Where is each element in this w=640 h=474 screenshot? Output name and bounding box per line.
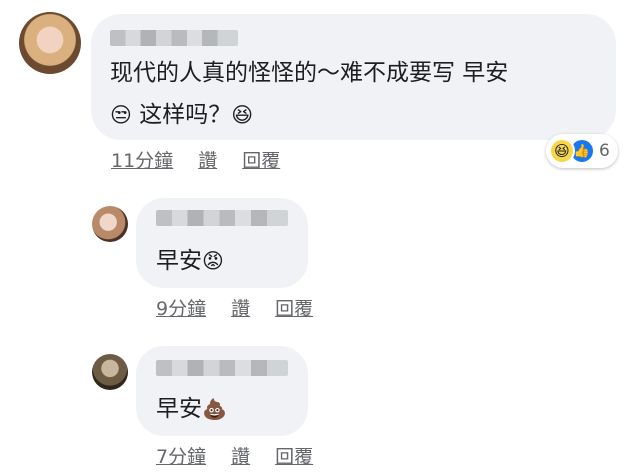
author-name-blurred[interactable] (110, 30, 238, 46)
reply-text-fragment: 早安 (156, 248, 202, 274)
reply-link[interactable]: 回覆 (242, 150, 280, 172)
reply-text: 早安💩 (156, 388, 227, 430)
like-link[interactable]: 讚 (231, 298, 250, 320)
author-name-blurred[interactable] (156, 360, 288, 376)
comment-text-fragment: 这样吗？ (131, 102, 232, 128)
reply-actions: 7分鐘 讚 回覆 (156, 442, 338, 469)
reply-text: 早安😡 (156, 240, 224, 282)
reaction-count: 6 (599, 141, 610, 161)
comment-actions: 11分鐘 讚 回覆 (111, 146, 305, 173)
avatar[interactable] (19, 12, 81, 74)
comment-text-line2: 😒 这样吗？😆 (110, 94, 253, 136)
avatar[interactable] (92, 206, 128, 242)
reaction-summary[interactable]: 😆 👍 6 (546, 134, 618, 168)
reply-link[interactable]: 回覆 (275, 298, 313, 320)
timestamp-link[interactable]: 9分鐘 (156, 298, 206, 320)
timestamp-link[interactable]: 11分鐘 (111, 150, 173, 172)
reply-text-fragment: 早安 (156, 396, 202, 422)
angry-emoji-icon: 😡 (202, 249, 224, 273)
haha-icon: 😆 (549, 138, 575, 164)
laughing-emoji-icon: 😆 (231, 103, 254, 127)
reply-link[interactable]: 回覆 (275, 446, 313, 468)
avatar[interactable] (92, 354, 128, 390)
timestamp-link[interactable]: 7分鐘 (156, 446, 206, 468)
reply-actions: 9分鐘 讚 回覆 (156, 294, 338, 321)
unamused-emoji-icon: 😒 (110, 103, 132, 127)
comment-text-line1: 现代的人真的怪怪的～难不成要写 早安 (110, 60, 509, 86)
like-link[interactable]: 讚 (198, 150, 217, 172)
poop-emoji-icon: 💩 (202, 397, 227, 421)
author-name-blurred[interactable] (156, 210, 288, 226)
like-link[interactable]: 讚 (231, 446, 250, 468)
